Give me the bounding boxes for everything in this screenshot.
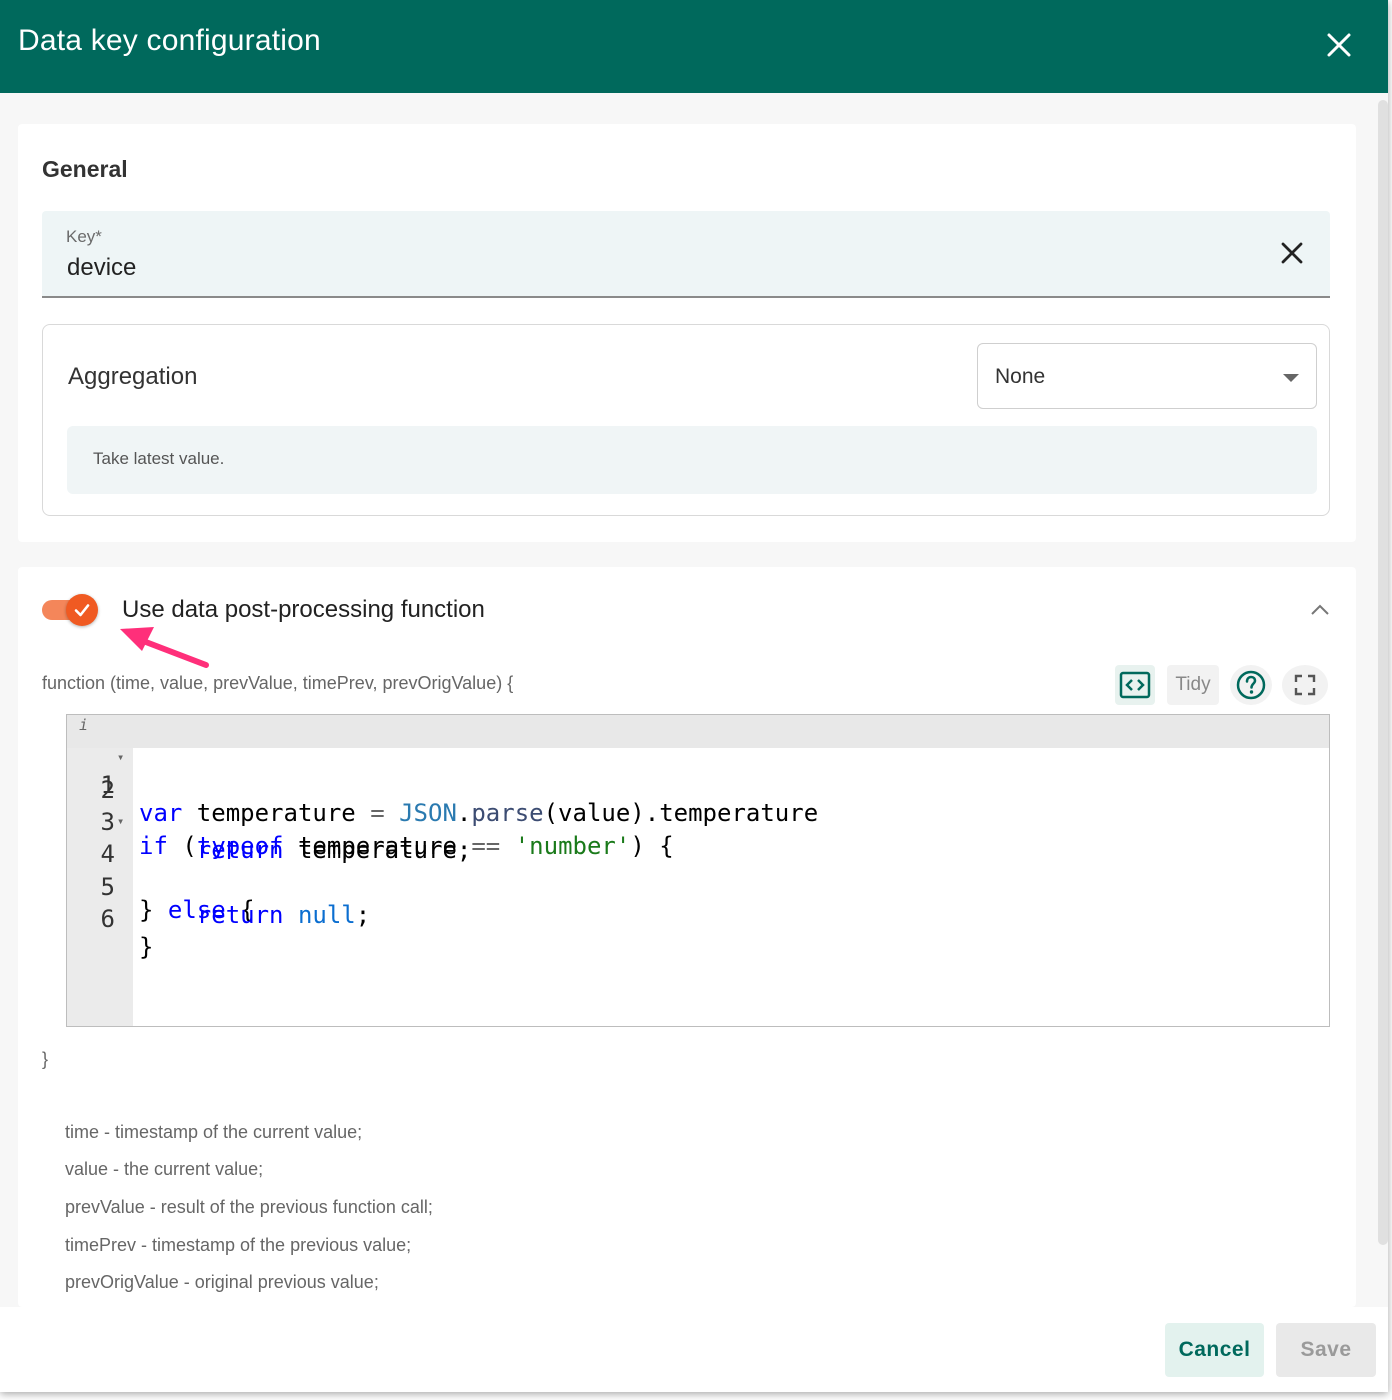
- cancel-button[interactable]: Cancel: [1165, 1323, 1264, 1377]
- fullscreen-icon: [1294, 674, 1316, 696]
- fullscreen-button[interactable]: [1282, 665, 1328, 705]
- code-text: }: [139, 933, 154, 961]
- function-signature: function (time, value, prevValue, timePr…: [42, 673, 514, 693]
- param-description: value - the current value;: [65, 1159, 264, 1179]
- info-icon: i: [79, 716, 89, 734]
- general-section: General Key* device Aggregation None Tak…: [18, 124, 1356, 542]
- chevron-up-icon: [1311, 604, 1329, 615]
- code-editor[interactable]: i 1 var temperature = JSON.parse(value).…: [66, 714, 1330, 1027]
- code-line: 4 ▾ } else {: [67, 812, 1329, 924]
- line-number: 6: [100, 905, 115, 933]
- aggregation-hint-text: Take latest value.: [93, 449, 225, 468]
- dialog-title: Data key configuration: [18, 24, 321, 57]
- fold-arrow-icon[interactable]: ▾: [117, 814, 124, 828]
- key-field[interactable]: Key* device: [42, 211, 1330, 298]
- aggregation-label: Aggregation: [68, 363, 198, 390]
- save-button[interactable]: Save: [1276, 1323, 1376, 1377]
- aggregation-select[interactable]: None: [977, 343, 1317, 409]
- post-processing-section: Use data post-processing function functi…: [18, 567, 1356, 1307]
- collapse-button[interactable]: [1306, 596, 1334, 624]
- close-icon: [1327, 33, 1351, 57]
- post-processing-toggle[interactable]: [42, 594, 100, 626]
- code-line: 2 ▾ if (typeof temperature == 'number') …: [67, 748, 1329, 860]
- js-mode-button[interactable]: [1115, 665, 1155, 705]
- fold-arrow-icon[interactable]: ▾: [117, 750, 124, 764]
- function-closing-brace: }: [42, 1049, 49, 1069]
- help-icon: [1236, 670, 1266, 700]
- code-line: i 1 var temperature = JSON.parse(value).…: [67, 715, 1329, 827]
- close-icon: [1281, 242, 1303, 264]
- chevron-down-icon: [1283, 374, 1299, 382]
- key-clear-button[interactable]: [1274, 235, 1310, 271]
- code-line: 6 }: [67, 877, 1329, 961]
- dialog-header: Data key configuration: [0, 0, 1388, 93]
- code-line: 3 return temperature;: [67, 780, 1329, 864]
- help-button[interactable]: [1230, 665, 1272, 705]
- data-key-config-dialog: Data key configuration General Key* devi…: [0, 0, 1388, 1392]
- tidy-button[interactable]: Tidy: [1167, 665, 1219, 705]
- key-input[interactable]: device: [67, 254, 136, 282]
- aggregation-panel: Aggregation None Take latest value.: [42, 324, 1330, 516]
- toggle-thumb: [66, 594, 98, 626]
- scrollbar[interactable]: [1378, 100, 1388, 1245]
- close-button[interactable]: [1318, 24, 1360, 66]
- param-description: prevOrigValue - original previous value;: [65, 1272, 379, 1292]
- code-icon: [1119, 671, 1151, 699]
- post-processing-label: Use data post-processing function: [122, 596, 485, 623]
- code-line: 5 return null;: [67, 845, 1329, 929]
- dialog-footer: Cancel Save: [0, 1307, 1388, 1392]
- param-description: time - timestamp of the current value;: [65, 1122, 363, 1142]
- aggregation-selected-value: None: [995, 365, 1046, 388]
- param-description: timePrev - timestamp of the previous val…: [65, 1235, 412, 1255]
- aggregation-hint: Take latest value.: [67, 426, 1317, 494]
- param-description: prevValue - result of the previous funct…: [65, 1197, 433, 1217]
- section-title-general: General: [42, 156, 128, 182]
- key-label: Key*: [66, 227, 102, 246]
- check-icon: [74, 604, 90, 617]
